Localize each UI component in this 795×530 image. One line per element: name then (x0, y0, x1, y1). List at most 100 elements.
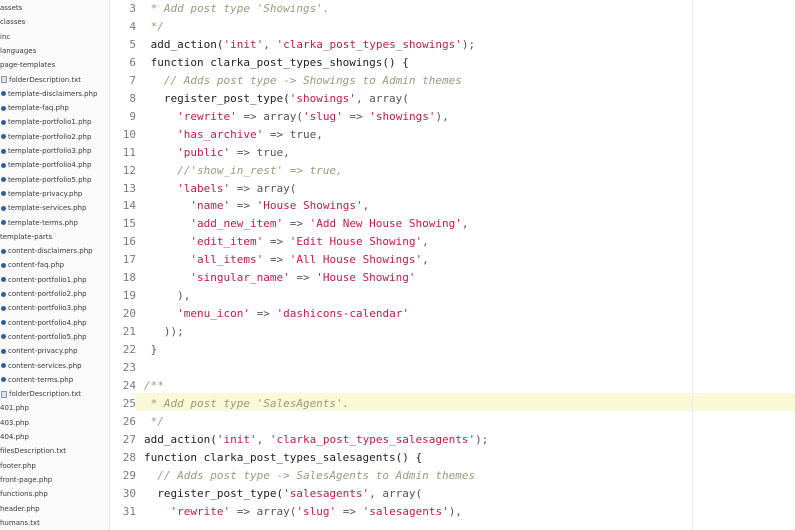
line-number: 17 (122, 253, 136, 267)
file-tree-item-label: humans.txt (0, 518, 40, 527)
file-tree-item[interactable]: content-services.php (1, 359, 82, 373)
file-tree-item[interactable]: template-faq.php (1, 101, 69, 115)
file-tree-item[interactable]: humans.txt (0, 516, 40, 530)
file-tree-item-label: content-portfolio4.php (8, 318, 87, 327)
code-line: 'name' => 'House Showings', (144, 197, 369, 215)
file-tree-item[interactable]: template-terms.php (1, 216, 78, 230)
file-tree-sidebar: assets classes inc languages page-templates f… (0, 0, 110, 530)
file-tree-item-label: inc (0, 32, 11, 41)
file-tree-item[interactable]: content-disclaimers.php (1, 244, 93, 258)
php-file-icon (1, 291, 6, 297)
code-token: => (283, 217, 310, 231)
file-tree-item[interactable]: content-faq.php (1, 258, 64, 272)
code-token: 'public' (177, 145, 231, 159)
code-line: 'edit_item' => 'Edit House Showing', (144, 233, 429, 251)
code-token: => (249, 307, 277, 321)
line-number: 20 (122, 307, 136, 321)
file-tree-item[interactable]: template-disclaimers.php (1, 87, 97, 101)
file-tree-item-label: content-disclaimers.php (8, 247, 93, 256)
code-token: 'Add New House Showing' (309, 217, 462, 231)
file-tree-item-label: languages (0, 46, 37, 55)
file-tree-item[interactable]: template-portfolio3.php (1, 144, 91, 158)
code-token: 'dashicons-calendar' (276, 307, 409, 321)
file-tree-item[interactable]: content-portfolio4.php (1, 316, 87, 330)
file-tree-item[interactable]: template-portfolio1.php (1, 115, 91, 129)
code-token: function clarka_post_types_salesagents()… (144, 450, 423, 464)
code-token: 'add_new_item' (190, 217, 284, 231)
file-tree-item[interactable]: folderDescription.txt (1, 73, 81, 87)
line-number: 9 (129, 109, 136, 123)
code-token: ), (435, 109, 449, 123)
file-tree-item[interactable]: classes (0, 15, 25, 29)
code-token: add_action( (144, 432, 217, 446)
code-token: register_post_type( (144, 486, 284, 500)
file-tree-item[interactable]: template-privacy.php (1, 187, 82, 201)
file-tree-item[interactable]: template-parts (0, 230, 52, 244)
code-line: */ (144, 413, 164, 431)
file-tree-item-label: content-portfolio1.php (8, 275, 87, 284)
code-token: ); (475, 432, 489, 446)
code-token: => (263, 235, 290, 249)
file-tree-item[interactable]: template-portfolio2.php (1, 130, 91, 144)
file-tree-item-label: content-portfolio3.php (8, 304, 87, 313)
php-file-icon (1, 105, 6, 111)
file-tree-item[interactable]: template-services.php (1, 201, 86, 215)
code-token: => array( (230, 181, 297, 195)
file-tree-item-label: filesDescription.txt (0, 447, 67, 456)
file-tree-item[interactable]: content-privacy.php (1, 344, 78, 358)
code-line: 'has_archive' => true, (144, 126, 323, 144)
code-line: // Adds post type -> Showings to Admin t… (144, 72, 462, 90)
file-tree-item-label: content-portfolio5.php (8, 332, 87, 341)
code-token: // Adds post type -> Showings to Admin t… (144, 73, 462, 87)
file-tree-item[interactable]: header.php (0, 502, 40, 516)
file-tree-item[interactable]: 403.php (0, 416, 29, 430)
code-token: //'show_in_rest' => true, (144, 163, 343, 177)
file-tree-item[interactable]: content-portfolio5.php (1, 330, 87, 344)
code-token: add_action( (144, 37, 224, 51)
code-editor[interactable]: * Add post type 'Showings'. */ add_actio… (136, 0, 795, 530)
file-tree-item-label: folderDescription.txt (9, 390, 82, 399)
file-tree-item[interactable]: filesDescription.txt (0, 444, 66, 458)
margin-ruler (692, 0, 693, 530)
file-tree-item[interactable]: languages (0, 44, 36, 58)
code-token: => (342, 109, 370, 123)
code-line: function clarka_post_types_salesagents()… (144, 449, 422, 467)
code-token: 'singular_name' (190, 271, 290, 285)
file-tree-item[interactable]: 404.php (0, 430, 29, 444)
file-tree-item[interactable]: 401.php (0, 401, 29, 415)
line-number: 14 (122, 199, 136, 213)
code-line: 'singular_name' => 'House Showing' (144, 269, 415, 287)
line-number: 4 (129, 19, 136, 33)
file-tree-item[interactable]: inc (0, 30, 10, 44)
code-token: */ (144, 19, 164, 33)
code-token: * Add post type 'Showings'. (144, 2, 330, 15)
line-number: 8 (129, 91, 136, 105)
code-token: , (422, 235, 429, 249)
file-tree-item[interactable]: footer.php (0, 459, 36, 473)
line-number: 24 (122, 378, 136, 392)
code-token: // Adds post type -> SalesAgents to Admi… (144, 468, 476, 482)
file-tree-item[interactable]: template-portfolio4.php (1, 158, 91, 172)
file-tree-item[interactable]: page-templates (0, 58, 55, 72)
file-tree-item[interactable]: functions.php (0, 487, 48, 501)
file-tree-item[interactable]: content-portfolio3.php (1, 301, 87, 315)
php-file-icon (1, 191, 6, 197)
file-tree-item-label: 404.php (0, 433, 29, 441)
code-token: , array( (369, 486, 423, 500)
line-number: 11 (122, 145, 136, 159)
file-tree-item[interactable]: content-portfolio2.php (1, 287, 87, 301)
file-tree-item-label: content-privacy.php (8, 347, 78, 356)
file-tree-item[interactable]: content-portfolio1.php (1, 273, 87, 287)
file-tree-item[interactable]: template-portfolio5.php (1, 173, 91, 187)
file-tree-item-label: template-privacy.php (8, 189, 83, 198)
php-file-icon (1, 134, 6, 140)
code-token: 'salesagents' (362, 504, 449, 518)
code-token: => (230, 199, 257, 213)
file-tree-item[interactable]: front-page.php (0, 473, 52, 487)
file-tree-item[interactable]: folderDescription.txt (1, 387, 81, 401)
file-tree-item[interactable]: assets (0, 1, 22, 15)
file-tree-item[interactable]: content-terms.php (1, 373, 73, 387)
file-tree-item-label: content-terms.php (8, 375, 74, 384)
